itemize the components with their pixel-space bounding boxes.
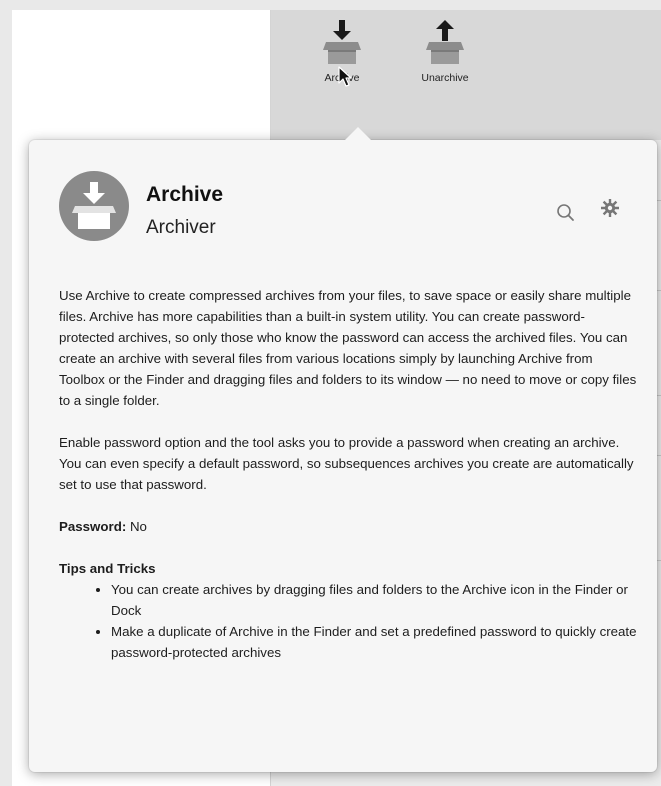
- unarchive-tool-button[interactable]: Unarchive: [405, 18, 485, 84]
- archive-app-icon: [59, 171, 129, 241]
- popover-title: Archive: [146, 183, 224, 206]
- popover-arrow: [344, 127, 372, 141]
- description-paragraph-2: Enable password option and the tool asks…: [59, 435, 634, 492]
- password-status: Password: No: [59, 516, 639, 537]
- password-label: Password:: [59, 519, 127, 534]
- archive-icon: [323, 20, 361, 64]
- description-paragraph-1: Use Archive to create compressed archive…: [59, 288, 637, 408]
- popover-content: Use Archive to create compressed archive…: [59, 285, 639, 663]
- tips-list: You can create archives by dragging file…: [59, 579, 639, 663]
- tips-list-item: Make a duplicate of Archive in the Finde…: [111, 621, 639, 663]
- unarchive-tool-label: Unarchive: [421, 72, 469, 84]
- popover-subtitle: Archiver: [146, 217, 216, 238]
- unarchive-icon: [426, 20, 464, 64]
- gear-icon[interactable]: [600, 198, 620, 218]
- password-value: No: [129, 519, 147, 534]
- mouse-pointer-icon: [338, 66, 352, 87]
- search-icon[interactable]: [556, 203, 576, 223]
- info-popover: Archive Archiver Use Archive to create c…: [29, 127, 657, 772]
- tips-title: Tips and Tricks: [59, 561, 156, 576]
- tips-list-item: You can create archives by dragging file…: [111, 579, 639, 621]
